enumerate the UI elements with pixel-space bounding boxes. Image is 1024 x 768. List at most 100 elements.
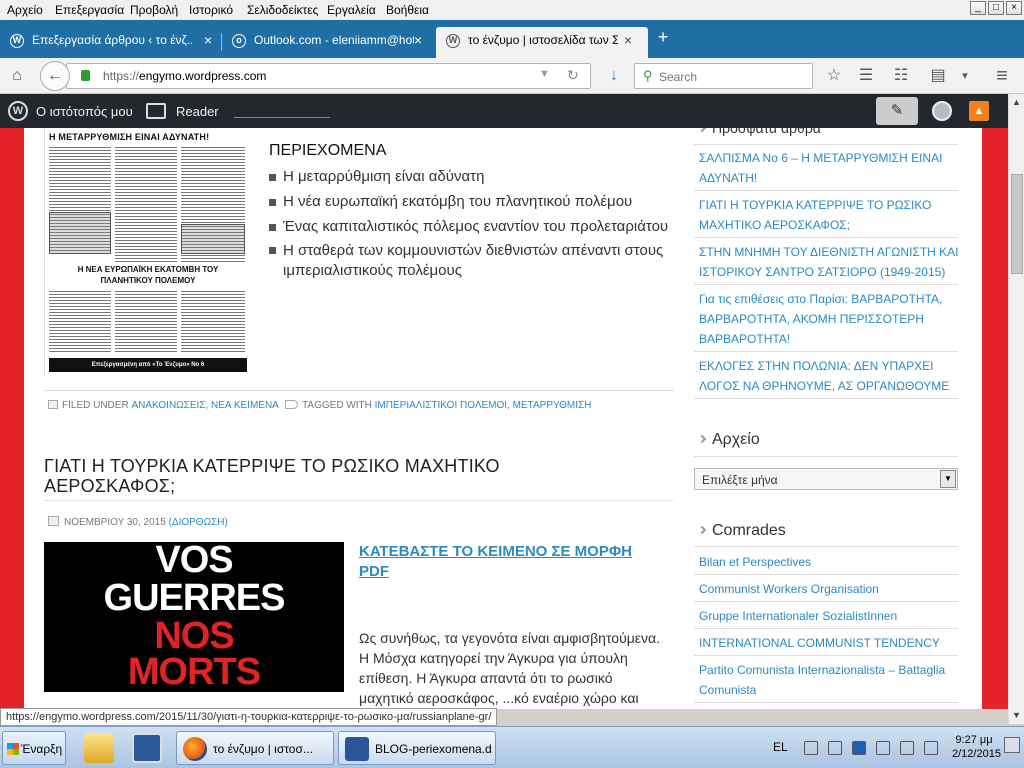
search-input[interactable]: ⚲ Search	[634, 63, 813, 89]
reload-icon[interactable]: ↻	[567, 67, 579, 84]
text-column	[49, 290, 111, 354]
system-clock[interactable]: 9:27 μμ 2/12/2015	[952, 733, 1001, 761]
outlook-icon: o	[232, 34, 246, 48]
maximize-button[interactable]: □	[988, 1, 1004, 15]
wordpress-logo-icon[interactable]: W	[8, 101, 28, 121]
category-link[interactable]: ΑΝΑΚΟΙΝΩΣΕΙΣ	[131, 400, 205, 411]
bookmark-star-icon[interactable]: ☆	[824, 66, 844, 86]
poster-text: GUERRES	[103, 577, 286, 619]
post-taxonomy: FILED UNDER ΑΝΑΚΟΙΝΩΣΕΙΣ, ΝΕΑ ΚΕΙΜΕΝΑ TA…	[48, 400, 591, 411]
divider	[694, 702, 958, 703]
url-dropdown-icon[interactable]: ▼	[539, 68, 550, 80]
url-bar[interactable]: https://engymo.wordpress.com ▼ ↻	[66, 63, 591, 89]
recent-posts-title: Πρόσφατα άρθρα	[712, 128, 821, 136]
close-tab-icon[interactable]: ×	[624, 32, 632, 48]
tray-app-icon[interactable]	[828, 741, 842, 755]
close-tab-icon[interactable]: ×	[204, 32, 212, 48]
avatar[interactable]	[932, 101, 952, 121]
notifications-icon[interactable]: ▲	[969, 101, 989, 121]
edit-post-link[interactable]: (ΔΙΟΡΘΩΣΗ)	[169, 517, 228, 528]
more-chevron-icon[interactable]: ▾	[955, 66, 975, 86]
archive-month-select[interactable]: Επιλέξτε μήνα ▼	[694, 468, 958, 490]
category-link[interactable]: ΝΕΑ ΚΕΙΜΕΝΑ	[211, 400, 278, 411]
bookmarks-list-icon[interactable]: ☰	[856, 66, 876, 86]
divider	[694, 601, 958, 602]
menu-bookmarks[interactable]: Σελιδοδείκτες	[247, 3, 318, 17]
text-column	[181, 290, 245, 354]
taskbar-item-word[interactable]: BLOG-periexomena.d...	[338, 731, 496, 765]
menu-file[interactable]: Αρχείο	[7, 3, 43, 17]
url-prefix: https://	[103, 69, 140, 83]
clipboard-icon[interactable]: ▤	[928, 66, 948, 86]
tray-app-icon[interactable]	[876, 741, 890, 755]
menu-history[interactable]: Ιστορικό	[189, 3, 233, 17]
menu-view[interactable]: Προβολή	[130, 3, 178, 17]
reader-icon[interactable]	[146, 103, 166, 119]
comrade-link[interactable]: Bilan et Perspectives	[699, 552, 964, 572]
chevron-down-icon[interactable]: ▼	[940, 470, 956, 488]
url-domain: engymo.wordpress.com	[139, 69, 267, 83]
minimize-button[interactable]: _	[970, 1, 986, 15]
recent-post-link[interactable]: Για τις επιθέσεις στο Παρίσι: ΒΑΡΒΑΡΟΤΗΤ…	[699, 289, 964, 349]
show-desktop-button[interactable]	[1004, 737, 1020, 753]
network-icon[interactable]	[900, 741, 914, 755]
comrade-link[interactable]: INTERNATIONAL COMMUNIST TENDENCY	[699, 633, 964, 653]
recent-post-link[interactable]: ΣΤΗΝ ΜΝΗΜΗ ΤΟΥ ΔΙΕΘΝΙΣΤΗ ΑΓΩΝΙΣΤΗ ΚΑΙ ΙΣ…	[699, 242, 964, 282]
new-tab-button[interactable]: +	[652, 27, 674, 49]
menu-help[interactable]: Βοήθεια	[386, 3, 429, 17]
hamburger-menu-icon[interactable]: ≡	[992, 66, 1012, 86]
tag-icon	[285, 400, 299, 409]
scrollbar-thumb[interactable]	[1011, 174, 1023, 274]
back-button[interactable]: ←	[40, 61, 70, 91]
close-window-button[interactable]: ×	[1006, 1, 1022, 15]
scroll-up-icon[interactable]: ▲	[1012, 97, 1021, 107]
media-player-icon[interactable]	[132, 733, 162, 763]
text-box	[181, 224, 245, 254]
taskbar-item-firefox[interactable]: το ένζυμο | ιστοσ...	[176, 731, 334, 765]
comrade-link[interactable]: Communist Workers Organisation	[699, 579, 964, 599]
page-scrollbar[interactable]: ▲ ▼	[1008, 94, 1024, 724]
firefox-icon	[183, 737, 207, 761]
download-icon[interactable]: ↓	[604, 66, 624, 86]
tray-app-icon[interactable]	[804, 741, 818, 755]
post-featured-image[interactable]: VOS GUERRES NOS MORTS	[44, 542, 344, 692]
file-explorer-icon[interactable]	[84, 733, 114, 763]
tab-edit-article[interactable]: W Επεξεργασία άρθρου ‹ το ένζ... ×	[0, 27, 222, 58]
divider	[44, 500, 674, 501]
tab-engymo[interactable]: W το ένζυμο | ιστοσελίδα των Σ... ×	[436, 27, 648, 58]
action-center-flag-icon[interactable]	[924, 741, 938, 755]
menu-edit[interactable]: Επεξεργασία	[55, 3, 124, 17]
home-icon[interactable]: ⌂	[7, 66, 27, 86]
reader-link[interactable]: Reader	[176, 104, 219, 119]
wordpress-icon: W	[10, 34, 24, 48]
post-title[interactable]: ΓΙΑΤΙ Η ΤΟΥΡΚΙΑ ΚΑΤΕΡΡΙΨΕ ΤΟ ΡΩΣΙΚΟ ΜΑΧΗ…	[44, 456, 564, 496]
extension-icon[interactable]: ☷	[891, 66, 911, 86]
start-button[interactable]: Έναρξη	[2, 731, 66, 765]
my-site-link[interactable]: Ο ιστότοπός μου	[36, 104, 133, 119]
recent-post-link[interactable]: ΕΚΛΟΓΕΣ ΣΤΗΝ ΠΟΛΩΝΙΑ: ΔΕΝ ΥΠΑΡΧΕΙ ΛΟΓΟΣ …	[699, 356, 964, 396]
comrade-link[interactable]: Partito Comunista Internazionalista – Ba…	[699, 660, 964, 700]
write-button[interactable]: ✎	[876, 97, 918, 125]
recent-post-link[interactable]: ΓΙΑΤΙ Η ΤΟΥΡΚΙΑ ΚΑΤΕΡΡΙΨΕ ΤΟ ΡΩΣΙΚΟ ΜΑΧΗ…	[699, 195, 964, 235]
close-tab-icon[interactable]: ×	[414, 32, 422, 48]
page-content: Η ΜΕΤΑΡΡΥΘΜΙΣΗ ΕΙΝΑΙ ΑΔΥΝΑΤΗ! Η ΝΕΑ ΕΥΡΩ…	[24, 128, 982, 709]
tray-app-icon[interactable]	[852, 741, 866, 755]
newspaper-image[interactable]: Η ΜΕΤΑΡΡΥΘΜΙΣΗ ΕΙΝΑΙ ΑΔΥΝΑΤΗ! Η ΝΕΑ ΕΥΡΩ…	[44, 128, 248, 376]
text-column	[115, 290, 177, 354]
windows-taskbar: Έναρξη το ένζυμο | ιστοσ... BLOG-periexo…	[0, 726, 1024, 768]
wordpress-admin-bar: W Ο ιστότοπός μου Reader ✎ ▲	[0, 94, 1008, 128]
tag-link[interactable]: ΜΕΤΑΡΡΥΘΜΙΣΗ	[513, 400, 592, 411]
clock-time: 9:27 μμ	[955, 734, 993, 746]
download-pdf-link[interactable]: ΚΑΤΕΒΑΣΤΕ ΤΟ ΚΕΙΜΕΝΟ ΣΕ ΜΟΡΦΗ PDF	[359, 542, 659, 582]
recent-post-link[interactable]: ΣΑΛΠΙΣΜΑ Νο 6 – Η ΜΕΤΑΡΡΥΘΜΙΣΗ ΕΙΝΑΙ ΑΔΥ…	[699, 148, 964, 188]
divider	[694, 144, 958, 145]
language-indicator[interactable]: EL	[773, 740, 788, 754]
chevron-icon	[697, 128, 707, 133]
tab-outlook[interactable]: o Outlook.com - eleniiamm@hot... ×	[222, 27, 434, 58]
tag-link[interactable]: ΙΜΠΕΡΙΑΛΙΣΤΙΚΟΙ ΠΟΛΕΜΟΙ	[375, 400, 507, 411]
newspaper-footer: Επεξεργασμένη από «Το Ένζυμο» Νο 6	[49, 358, 247, 372]
text-box	[49, 212, 111, 254]
menu-tools[interactable]: Εργαλεία	[327, 3, 376, 17]
comrade-link[interactable]: Gruppe Internationaler SozialistInnen	[699, 606, 964, 626]
scroll-down-icon[interactable]: ▼	[1012, 710, 1021, 720]
